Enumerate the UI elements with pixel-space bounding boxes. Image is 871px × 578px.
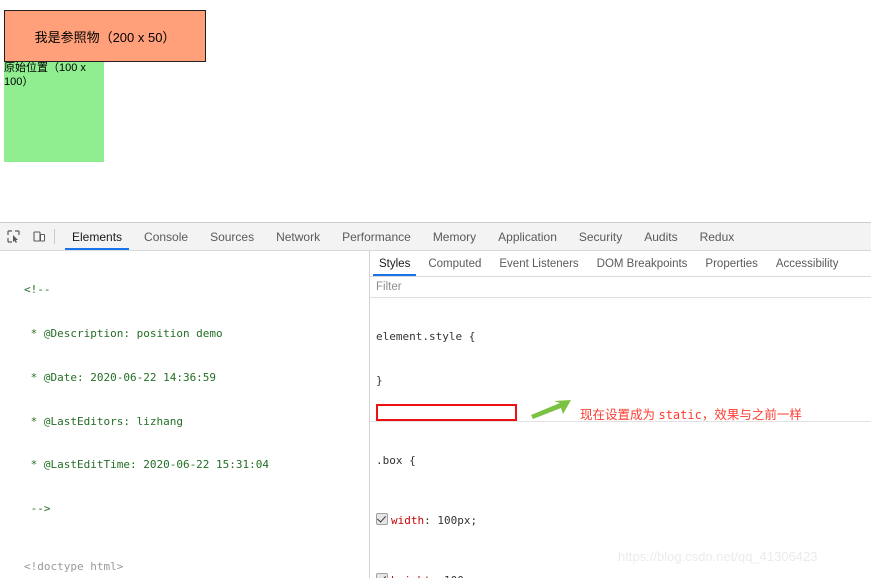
styles-pane: Styles Computed Event Listeners DOM Brea…: [370, 251, 871, 578]
rule-close: }: [376, 374, 871, 389]
dom-line[interactable]: <!--: [0, 283, 369, 298]
tab-styles[interactable]: Styles: [370, 251, 419, 276]
dom-line-doctype[interactable]: <!doctype html>: [0, 560, 369, 575]
tab-elements-label: Elements: [72, 229, 123, 244]
dom-tree: <!-- * @Description: position demo * @Da…: [0, 254, 369, 578]
devtools-body: <!-- * @Description: position demo * @Da…: [0, 251, 871, 578]
styles-filter-input[interactable]: [376, 281, 576, 293]
dom-line[interactable]: * @LastEditTime: 2020-06-22 15:31:04: [0, 458, 369, 473]
dom-comment-close: -->: [24, 502, 51, 516]
tab-audits[interactable]: Audits: [633, 223, 688, 250]
original-position-box-label: 原始位置（100 x 100）: [4, 62, 86, 88]
dom-line[interactable]: * @Date: 2020-06-22 14:36:59: [0, 371, 369, 386]
rule-selector: .box {: [376, 454, 871, 469]
tab-security-label: Security: [578, 229, 623, 244]
tab-dom-breakpoints-label: DOM Breakpoints: [596, 257, 688, 270]
tab-redux-label: Redux: [699, 229, 735, 244]
dom-comment-lastedittime: * @LastEditTime: 2020-06-22 15:31:04: [24, 458, 270, 472]
dom-line[interactable]: * @Description: position demo: [0, 327, 369, 342]
dom-comment-open: <!--: [24, 283, 51, 297]
styles-filter-row[interactable]: [370, 277, 871, 298]
device-toolbar-icon[interactable]: [26, 223, 52, 250]
tab-event-listeners[interactable]: Event Listeners: [490, 251, 587, 276]
devtools-tabs: Elements Console Sources Network Perform…: [61, 223, 745, 250]
declaration-property: height: [391, 574, 431, 578]
tab-computed[interactable]: Computed: [419, 251, 490, 276]
tab-network[interactable]: Network: [265, 223, 331, 250]
declaration-colon: :: [424, 514, 438, 528]
rule-close-text: }: [376, 373, 383, 387]
tab-sources[interactable]: Sources: [199, 223, 265, 250]
styles-sidebar-tabs: Styles Computed Event Listeners DOM Brea…: [370, 251, 871, 277]
tab-redux[interactable]: Redux: [689, 223, 746, 250]
dom-comment-description: * @Description: position demo: [24, 326, 223, 340]
page-viewport: 我是参照物（200 x 50） 原始位置（100 x 100）: [0, 0, 871, 222]
devtools-toolbar: Elements Console Sources Network Perform…: [0, 223, 871, 251]
dom-line[interactable]: * @LastEditors: lizhang: [0, 415, 369, 430]
declaration-value[interactable]: 100px;: [437, 514, 477, 527]
rule-box[interactable]: .box { width: 100px; height: 100px; back…: [370, 422, 871, 578]
tab-properties-label: Properties: [705, 257, 758, 270]
tab-console[interactable]: Console: [133, 223, 199, 250]
dom-comment-date: * @Date: 2020-06-22 14:36:59: [24, 370, 217, 384]
reference-box-label: 我是参照物（200 x 50）: [34, 29, 176, 45]
tab-audits-label: Audits: [644, 229, 678, 244]
tab-event-listeners-label: Event Listeners: [499, 257, 579, 270]
tab-elements[interactable]: Elements: [61, 223, 133, 250]
tab-computed-label: Computed: [428, 257, 482, 270]
rule-element-style[interactable]: element.style { }: [370, 298, 871, 423]
declaration-width[interactable]: width: 100px;: [376, 513, 871, 529]
tab-application[interactable]: Application: [487, 223, 568, 250]
devtools-panel: Elements Console Sources Network Perform…: [0, 222, 871, 578]
tab-network-label: Network: [276, 229, 321, 244]
declaration-value[interactable]: 100px;: [444, 574, 484, 578]
tab-application-label: Application: [498, 229, 557, 244]
dom-comment-lasteditors: * @LastEditors: lizhang: [24, 414, 183, 428]
declaration-checkbox[interactable]: [376, 513, 388, 526]
declaration-colon: :: [431, 574, 444, 578]
inspect-element-icon[interactable]: [0, 223, 26, 250]
toolbar-separator: [54, 229, 55, 244]
rule-selector: element.style {: [376, 330, 871, 345]
tab-console-label: Console: [144, 229, 189, 244]
dom-line[interactable]: -->: [0, 502, 369, 517]
original-position-box: 原始位置（100 x 100）: [4, 62, 104, 162]
tab-memory-label: Memory: [432, 229, 477, 244]
tab-properties[interactable]: Properties: [696, 251, 766, 276]
tab-memory[interactable]: Memory: [422, 223, 487, 250]
tab-performance-label: Performance: [342, 229, 411, 244]
tab-styles-label: Styles: [379, 257, 411, 270]
tab-security[interactable]: Security: [568, 223, 633, 250]
tab-sources-label: Sources: [210, 229, 255, 244]
dom-tree-pane[interactable]: <!-- * @Description: position demo * @Da…: [0, 251, 369, 578]
tab-dom-breakpoints[interactable]: DOM Breakpoints: [588, 251, 697, 276]
rule-selector-text: element.style {: [376, 329, 476, 343]
tab-accessibility-label: Accessibility: [775, 257, 839, 270]
tab-accessibility[interactable]: Accessibility: [767, 251, 848, 276]
rule-selector-text: .box {: [376, 453, 416, 467]
tab-performance[interactable]: Performance: [331, 223, 422, 250]
declaration-property: width: [391, 514, 425, 528]
reference-box: 我是参照物（200 x 50）: [4, 10, 206, 62]
dom-doctype: <!doctype html>: [24, 560, 124, 574]
